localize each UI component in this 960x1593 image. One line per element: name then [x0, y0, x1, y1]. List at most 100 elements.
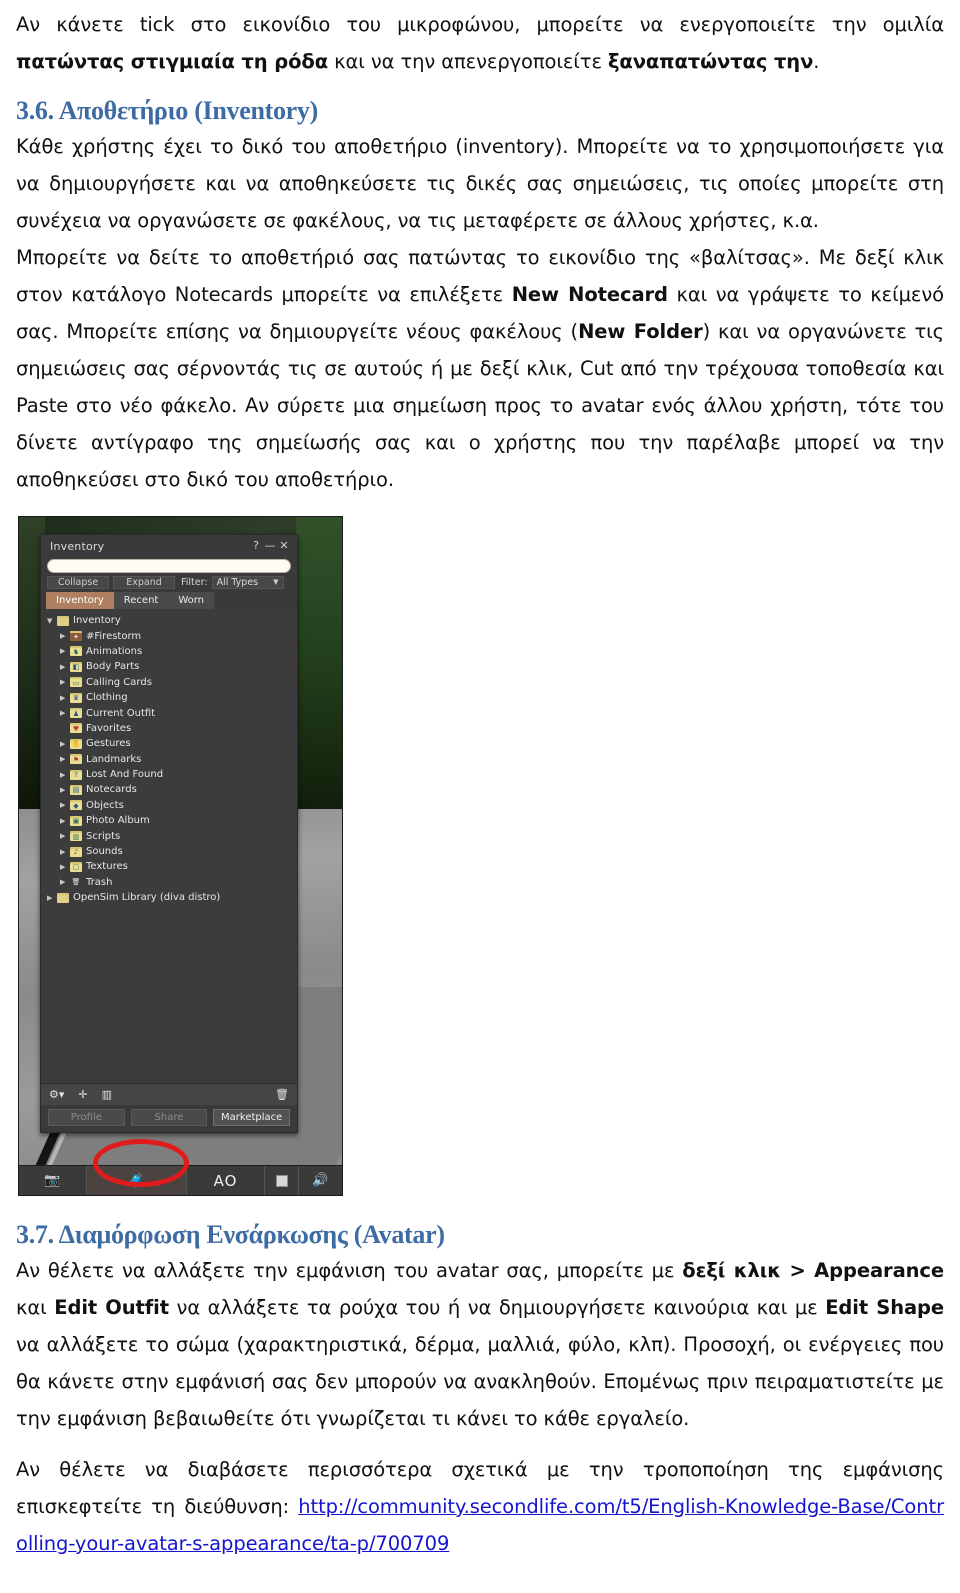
- voice-icon[interactable]: 🔊: [299, 1166, 342, 1196]
- folder-glyph: ✋: [71, 740, 81, 749]
- tree-item[interactable]: ▶? Lost And Found: [41, 767, 297, 782]
- square-glyph: [275, 1174, 288, 1187]
- gallery-view-icon[interactable]: ▥: [102, 1089, 112, 1100]
- tree-item[interactable]: ▶ ✋ Gestures: [41, 736, 297, 751]
- gear-menu-icon[interactable]: ⚙▾: [49, 1089, 64, 1100]
- chevron-right-icon[interactable]: ▶: [47, 893, 57, 903]
- tree-item[interactable]: ▶ ♟ Current Outfit: [41, 705, 297, 720]
- chevron-right-icon[interactable]: ▶: [60, 847, 70, 857]
- s37-p1-run-3: και: [16, 1296, 55, 1319]
- inventory-folder-tree[interactable]: ▼ Inventory ▶ ✦ #Firestorm ▶ ♞ Animations ▶ ◧ Body…: [41, 609, 297, 1083]
- tab-worn[interactable]: Worn: [168, 592, 215, 609]
- folder-objects-icon: ◆: [70, 800, 82, 811]
- share-button[interactable]: Share: [130, 1109, 208, 1126]
- expand-button[interactable]: Expand: [113, 576, 175, 589]
- chevron-right-icon[interactable]: ▶: [60, 662, 70, 672]
- camera-icon[interactable]: 📷: [19, 1165, 87, 1195]
- trash-icon[interactable]: 🗑: [275, 1089, 289, 1100]
- chevron-right-icon[interactable]: ▶: [60, 831, 70, 841]
- folder-glyph: ♥: [72, 724, 80, 733]
- viewer-bottom-toolbar: 📷 🧳 AO 🔊: [19, 1165, 342, 1195]
- tree-item[interactable]: ▼ Inventory: [41, 613, 297, 628]
- tree-item[interactable]: ▶ ◆ Objects: [41, 798, 297, 813]
- tree-item[interactable]: ▶ 🗑 Trash: [41, 875, 297, 890]
- chevron-right-icon[interactable]: ▶: [60, 877, 70, 887]
- tree-item[interactable]: ▶ OpenSim Library (diva distro): [41, 890, 297, 905]
- p2-run-2-bold: New Notecard: [511, 283, 668, 306]
- tree-item-label: Body Parts: [86, 661, 140, 673]
- inventory-tabs: Inventory Recent Worn: [41, 592, 297, 609]
- tree-item[interactable]: ▶ ♛ Clothing: [41, 690, 297, 705]
- marketplace-button[interactable]: Marketplace: [213, 1109, 291, 1126]
- tree-item[interactable]: ▶ ⚑ Landmarks: [41, 752, 297, 767]
- tree-item[interactable]: ▶ ▭ Calling Cards: [41, 675, 297, 690]
- section-3-6-paragraph-2: Μπορείτε να δείτε το αποθετήριό σας πατώ…: [16, 239, 944, 498]
- chevron-right-icon[interactable]: ▶: [60, 785, 70, 795]
- tree-item[interactable]: ▶ ✦ #Firestorm: [41, 628, 297, 643]
- minimize-icon[interactable]: —: [263, 540, 277, 552]
- tab-recent[interactable]: Recent: [113, 592, 169, 609]
- chevron-down-icon: ▼: [273, 578, 279, 586]
- tree-item-label: Trash: [86, 876, 113, 888]
- chevron-right-icon[interactable]: ▶: [60, 862, 70, 872]
- tree-item-label: Clothing: [86, 692, 128, 704]
- profile-button[interactable]: Profile: [48, 1109, 125, 1126]
- folder-glyph: ◧: [72, 663, 80, 672]
- chevron-right-icon[interactable]: ▶: [60, 708, 70, 718]
- chevron-right-icon[interactable]: ▶: [60, 631, 70, 641]
- add-icon[interactable]: ✛: [78, 1089, 87, 1100]
- tree-item-label: Landmarks: [86, 753, 142, 765]
- tree-item[interactable]: ▶ ♞ Animations: [41, 644, 297, 659]
- tree-item[interactable]: ▶ ▤ Notecards: [41, 782, 297, 797]
- folder-glyph: ⚑: [72, 755, 80, 764]
- folder-glyph: ▢: [72, 863, 80, 872]
- tree-item[interactable]: ▶ ▢ Textures: [41, 859, 297, 874]
- tree-item-label: Calling Cards: [86, 676, 152, 688]
- close-icon[interactable]: ✕: [277, 540, 291, 552]
- square-icon[interactable]: [265, 1165, 299, 1195]
- tree-item[interactable]: ▶ ▥ Scripts: [41, 828, 297, 843]
- tab-inventory[interactable]: Inventory: [46, 592, 114, 609]
- collapse-button[interactable]: Collapse: [47, 576, 109, 589]
- filter-select[interactable]: All Types ▼: [211, 576, 284, 589]
- chevron-right-icon[interactable]: ▶: [60, 646, 70, 656]
- search-input[interactable]: [47, 559, 291, 573]
- folder-currentoutfit-icon: ♟: [70, 708, 82, 719]
- help-icon[interactable]: ?: [249, 540, 263, 552]
- inventory-toolbar: ⚙▾ ✛ ▥ 🗑: [41, 1083, 297, 1105]
- inventory-icon[interactable]: 🧳: [87, 1165, 187, 1195]
- chevron-right-icon[interactable]: ▶: [60, 800, 70, 810]
- chevron-right-icon[interactable]: ▶: [60, 770, 70, 780]
- folder-clothing-icon: ♛: [70, 692, 82, 703]
- chevron-down-icon[interactable]: ▼: [47, 616, 57, 626]
- tree-item-label: Lost And Found: [86, 769, 164, 781]
- section-3-7-paragraph-2: Αν θέλετε να διαβάσετε περισσότερα σχετι…: [16, 1451, 944, 1562]
- chevron-right-icon[interactable]: ▶: [60, 754, 70, 764]
- tree-item[interactable]: ▶♥Favorites: [41, 721, 297, 736]
- inventory-window: Inventory ? — ✕ Collapse Expand Filter: …: [40, 534, 298, 1133]
- folder-glyph: ♪: [73, 848, 79, 857]
- chevron-right-icon[interactable]: ▶: [60, 677, 70, 687]
- inventory-search-row: [41, 557, 297, 576]
- tree-item-label: Animations: [86, 645, 143, 657]
- inventory-titlebar: Inventory ? — ✕: [41, 535, 297, 557]
- folder-firestorm-icon: ✦: [70, 631, 82, 642]
- inventory-window-title: Inventory: [50, 539, 105, 553]
- inventory-footer: Profile Share Marketplace: [41, 1105, 297, 1132]
- tree-item[interactable]: ▶ ◧ Body Parts: [41, 659, 297, 674]
- chevron-right-icon[interactable]: ▶: [60, 693, 70, 703]
- tree-item[interactable]: ▶ ▣ Photo Album: [41, 813, 297, 828]
- tree-item[interactable]: ▶ ♪ Sounds: [41, 844, 297, 859]
- folder-gestures-icon: ✋: [70, 738, 82, 749]
- chevron-right-icon[interactable]: ▶: [60, 816, 70, 826]
- tree-item-label: OpenSim Library (diva distro): [73, 892, 221, 904]
- folder-glyph: ♞: [72, 647, 80, 656]
- inventory-controls-row: Collapse Expand Filter: All Types ▼: [41, 576, 297, 592]
- folder-glyph: ▭: [72, 678, 80, 687]
- tree-item-label: Favorites: [86, 722, 132, 734]
- intro-paragraph: Αν κάνετε tick στο εικονίδιο του μικροφώ…: [16, 6, 944, 80]
- chevron-right-icon[interactable]: ▶: [60, 739, 70, 749]
- folder-callingcards-icon: ▭: [70, 677, 82, 688]
- ao-button[interactable]: AO: [187, 1165, 265, 1195]
- folder-icon: [57, 615, 69, 626]
